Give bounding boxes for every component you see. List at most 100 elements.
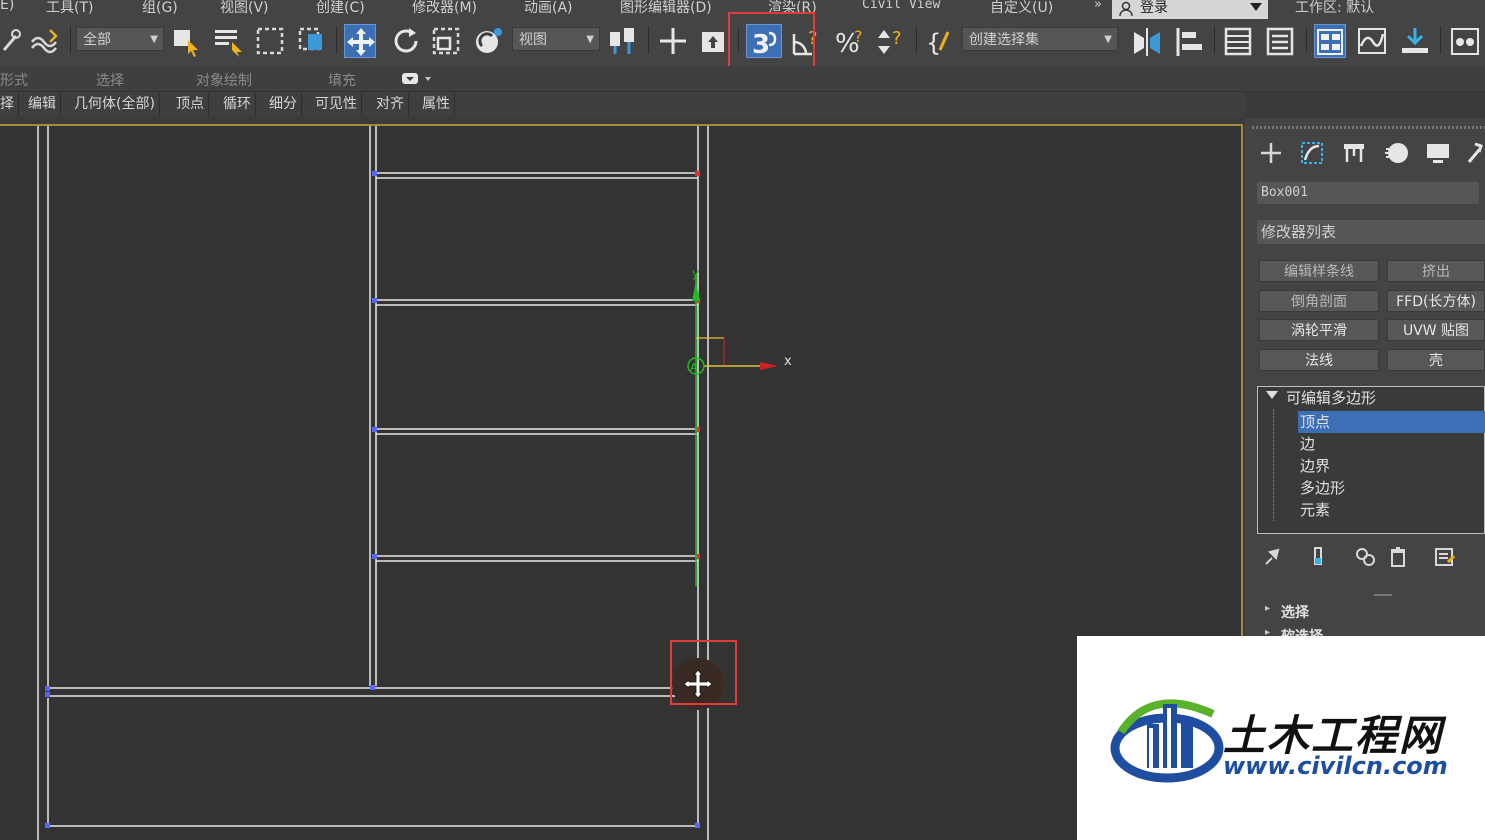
menu-modifiers[interactable]: 修改器(M) <box>412 0 477 17</box>
layer-explorer-icon[interactable] <box>1264 24 1296 58</box>
login-box[interactable]: 登录 <box>1112 0 1268 19</box>
watermark-url: www.civilcn.com <box>1223 752 1448 780</box>
mirror-icon[interactable] <box>1130 24 1162 58</box>
modifier-list-dropdown[interactable]: 修改器列表 <box>1257 220 1485 244</box>
chevron-down-icon: ▼ <box>1104 34 1112 45</box>
reference-coordinate-dropdown[interactable]: 视图 ▼ <box>512 27 600 51</box>
configure-modifier-sets-icon[interactable] <box>1434 546 1456 572</box>
ribbon-tab-populate[interactable]: 填充 <box>328 70 356 90</box>
chevron-down-icon: ▼ <box>150 34 158 45</box>
select-and-move-icon[interactable] <box>344 24 376 58</box>
modifier-button-shell[interactable]: 壳 <box>1387 349 1485 371</box>
schematic-view-icon[interactable] <box>1398 24 1430 58</box>
scene-explorer-icon[interactable] <box>1222 24 1254 58</box>
ribbon-tab-object-paint[interactable]: 对象绘制 <box>196 70 252 90</box>
chevron-down-icon: ▼ <box>586 34 594 45</box>
menu-customize[interactable]: 自定义(U) <box>990 0 1053 17</box>
ribbon-panel-loops[interactable]: 循环 <box>219 93 256 116</box>
expand-triangle-icon[interactable] <box>1266 391 1278 399</box>
modifier-stack: 可编辑多边形 顶点 边 边界 多边形 元素 <box>1257 386 1485 534</box>
keyboard-shortcut-override-icon[interactable] <box>698 24 730 58</box>
utilities-tab-icon[interactable] <box>1465 140 1485 170</box>
ribbon-tab-modeling[interactable]: 形式 <box>0 70 28 90</box>
viewport-geometry: A <box>37 126 778 840</box>
selection-filter-dropdown[interactable]: 全部 ▼ <box>76 27 164 51</box>
object-name-field[interactable]: Box001 <box>1257 182 1479 204</box>
ribbon-panel-subdivision[interactable]: 细分 <box>265 93 302 116</box>
ribbon-panel-properties[interactable]: 属性 <box>418 93 455 116</box>
menu-create[interactable]: 创建(C) <box>316 0 365 17</box>
pin-stack-icon[interactable] <box>1262 546 1282 572</box>
ribbon-options-icon[interactable] <box>402 72 432 90</box>
use-pivot-center-icon[interactable] <box>606 24 638 58</box>
remove-modifier-icon[interactable] <box>1389 546 1407 572</box>
svg-text:{: { <box>926 29 941 57</box>
modifier-button-uvw-map[interactable]: UVW 贴图 <box>1387 319 1485 341</box>
select-and-manipulate-icon[interactable] <box>656 24 688 58</box>
stack-item-element[interactable]: 元素 <box>1300 499 1330 521</box>
ribbon-panel-select[interactable]: 择 <box>0 93 19 116</box>
menu-civil-view[interactable]: Civil View <box>862 0 940 12</box>
svg-text:A: A <box>690 361 698 374</box>
ribbon-panel-edit[interactable]: 编辑 <box>24 93 61 116</box>
workspace-value[interactable]: 默认 <box>1346 0 1374 16</box>
login-label: 登录 <box>1140 0 1168 16</box>
rollout-selection[interactable]: ▸ 选择 <box>1257 602 1485 621</box>
menu-view[interactable]: 视图(V) <box>220 0 269 17</box>
select-and-place-icon[interactable] <box>472 24 504 58</box>
panel-divider <box>1374 594 1392 596</box>
menu-graph-editors[interactable]: 图形编辑器(D) <box>620 0 712 17</box>
stack-tree-line <box>1273 409 1275 521</box>
modifier-button-bevel-profile[interactable]: 倒角剖面 <box>1259 290 1379 312</box>
rect-selection-region-icon[interactable] <box>254 24 286 58</box>
named-selection-dropdown[interactable]: 创建选择集 ▼ <box>962 27 1118 51</box>
menu-edit[interactable]: E) <box>0 0 14 13</box>
viewport[interactable]: A x y <box>0 124 1243 840</box>
select-and-rotate-icon[interactable] <box>390 24 422 58</box>
display-tab-icon[interactable] <box>1425 140 1451 170</box>
stack-item-editable-poly[interactable]: 可编辑多边形 <box>1286 387 1376 409</box>
show-end-result-icon[interactable] <box>1310 546 1326 572</box>
percent-snap-icon[interactable]: %? <box>832 24 864 59</box>
axis-x-label: x <box>784 354 792 369</box>
stack-item-vertex[interactable]: 顶点 <box>1300 411 1330 433</box>
axis-y-label: y <box>692 266 700 280</box>
modifier-button-turbosmooth[interactable]: 涡轮平滑 <box>1259 319 1379 341</box>
align-icon[interactable] <box>1172 24 1204 58</box>
watermark: 土木工程网 www.civilcn.com <box>1077 636 1485 840</box>
menu-tools[interactable]: 工具(T) <box>46 0 93 17</box>
ribbon-panel-align[interactable]: 对齐 <box>372 93 409 116</box>
ribbon-panel-vertices[interactable]: 顶点 <box>172 93 209 116</box>
modifier-button-extrude[interactable]: 挤出 <box>1387 260 1485 282</box>
select-and-scale-icon[interactable] <box>430 24 462 58</box>
menu-group[interactable]: 组(G) <box>142 0 178 17</box>
modifier-button-edit-spline[interactable]: 编辑样条线 <box>1259 260 1379 282</box>
motion-tab-icon[interactable] <box>1383 140 1411 170</box>
menu-overflow[interactable]: » <box>1094 0 1102 12</box>
ribbon-tab-selection[interactable]: 选择 <box>96 70 124 90</box>
vertex-highlight-box <box>670 640 737 705</box>
spinner-snap-icon[interactable]: ? <box>874 24 906 58</box>
stack-item-edge[interactable]: 边 <box>1300 433 1315 455</box>
panel-grip[interactable] <box>1252 126 1485 129</box>
window-crossing-icon[interactable] <box>296 24 328 58</box>
ribbon-panel-geometry[interactable]: 几何体(全部) <box>70 93 160 116</box>
select-by-name-icon[interactable] <box>212 24 244 58</box>
create-tab-icon[interactable] <box>1258 140 1284 170</box>
modifier-button-ffd-box[interactable]: FFD(长方体) <box>1387 290 1485 312</box>
modifier-button-normal[interactable]: 法线 <box>1259 349 1379 371</box>
bind-space-warp-icon[interactable] <box>28 24 60 58</box>
material-editor-icon[interactable] <box>1448 24 1480 58</box>
modify-tab-icon[interactable] <box>1299 140 1325 170</box>
ribbon-panel-visibility[interactable]: 可见性 <box>311 93 362 116</box>
stack-item-polygon[interactable]: 多边形 <box>1300 477 1345 499</box>
civilcn-logo-icon <box>1109 690 1225 792</box>
hierarchy-tab-icon[interactable] <box>1341 140 1367 170</box>
select-object-icon[interactable] <box>170 24 202 58</box>
toggle-ribbon-icon[interactable] <box>1314 24 1346 58</box>
menu-animation[interactable]: 动画(A) <box>524 0 573 17</box>
make-unique-icon[interactable] <box>1354 546 1378 572</box>
curve-editor-icon[interactable] <box>1356 24 1388 58</box>
edit-named-selection-icon[interactable]: { <box>924 24 956 58</box>
stack-item-border[interactable]: 边界 <box>1300 455 1330 477</box>
